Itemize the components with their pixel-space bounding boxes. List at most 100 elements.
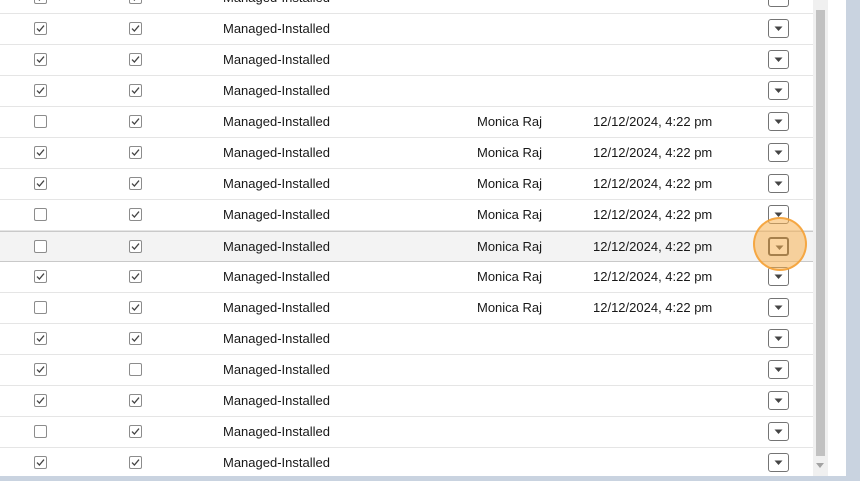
type-cell: Managed-Installed <box>223 21 330 36</box>
checkbox-checked[interactable] <box>129 394 142 407</box>
type-cell: Managed-Installed <box>223 83 330 98</box>
type-cell: Managed-Installed <box>223 176 330 191</box>
table-row: Managed-Installed <box>0 448 813 476</box>
checkbox-checked[interactable] <box>34 146 47 159</box>
checkbox-checked[interactable] <box>34 363 47 376</box>
checkbox-checked[interactable] <box>129 456 142 469</box>
row-actions-button[interactable] <box>768 237 789 256</box>
row-actions-button[interactable] <box>768 205 789 224</box>
date-cell: 12/12/2024, 4:22 pm <box>593 114 713 129</box>
table-row: Managed-Installed <box>0 386 813 417</box>
row-actions-button[interactable] <box>768 360 789 379</box>
right-gutter <box>828 0 846 476</box>
table-row: Managed-Installed <box>0 14 813 45</box>
type-cell: Managed-Installed <box>223 393 330 408</box>
date-cell: 12/12/2024, 4:22 pm <box>593 207 713 222</box>
checkbox-checked[interactable] <box>129 425 142 438</box>
row-actions-button[interactable] <box>768 0 789 7</box>
user-cell: Monica Raj <box>477 114 543 129</box>
checkbox-checked[interactable] <box>129 0 142 4</box>
user-cell: Monica Raj <box>477 176 543 191</box>
table-row: Managed-Installed <box>0 45 813 76</box>
type-cell: Managed-Installed <box>223 145 330 160</box>
checkbox-checked[interactable] <box>129 84 142 97</box>
date-cell: 12/12/2024, 4:22 pm <box>593 300 713 315</box>
table-row: Managed-Installed <box>0 417 813 448</box>
user-cell: Monica Raj <box>477 145 543 160</box>
row-actions-button[interactable] <box>768 19 789 38</box>
bottom-edge <box>0 476 860 481</box>
row-actions-button[interactable] <box>768 143 789 162</box>
row-actions-button[interactable] <box>768 329 789 348</box>
table-row: Managed-Installed Monica Raj 12/12/2024, 4… <box>0 138 813 169</box>
date-cell: 12/12/2024, 4:22 pm <box>593 269 713 284</box>
checkbox-checked[interactable] <box>129 115 142 128</box>
table-row: Managed-Installed Monica Raj 12/12/2024, 4… <box>0 200 813 231</box>
type-cell: Managed-Installed <box>223 362 330 377</box>
scrollbar-thumb[interactable] <box>816 10 825 456</box>
checkbox-checked[interactable] <box>34 53 47 66</box>
data-table: Managed-Installed Managed-Installed Manage… <box>0 0 813 476</box>
row-actions-button[interactable] <box>768 81 789 100</box>
checkbox-unchecked[interactable] <box>34 301 47 314</box>
row-actions-button[interactable] <box>768 453 789 472</box>
checkbox-unchecked[interactable] <box>34 425 47 438</box>
checkbox-checked[interactable] <box>34 456 47 469</box>
date-cell: 12/12/2024, 4:22 pm <box>593 145 713 160</box>
user-cell: Monica Raj <box>477 207 543 222</box>
user-cell: Monica Raj <box>477 300 543 315</box>
row-actions-button[interactable] <box>768 422 789 441</box>
row-actions-button[interactable] <box>768 50 789 69</box>
type-cell: Managed-Installed <box>223 239 330 254</box>
type-cell: Managed-Installed <box>223 269 330 284</box>
checkbox-checked[interactable] <box>129 208 142 221</box>
row-actions-button[interactable] <box>768 298 789 317</box>
checkbox-checked[interactable] <box>129 22 142 35</box>
checkbox-checked[interactable] <box>129 301 142 314</box>
checkbox-unchecked[interactable] <box>34 208 47 221</box>
row-actions-button[interactable] <box>768 391 789 410</box>
checkbox-checked[interactable] <box>129 332 142 345</box>
checkbox-unchecked[interactable] <box>34 115 47 128</box>
checkbox-checked[interactable] <box>129 146 142 159</box>
type-cell: Managed-Installed <box>223 52 330 67</box>
checkbox-checked[interactable] <box>34 177 47 190</box>
table-row: Managed-Installed Monica Raj 12/12/2024, 4… <box>0 293 813 324</box>
date-cell: 12/12/2024, 4:22 pm <box>593 239 713 254</box>
checkbox-checked[interactable] <box>34 22 47 35</box>
type-cell: Managed-Installed <box>223 300 330 315</box>
window-edge <box>846 0 860 481</box>
vertical-scrollbar[interactable] <box>813 0 828 476</box>
date-cell: 12/12/2024, 4:22 pm <box>593 176 713 191</box>
table-row: Managed-Installed <box>0 324 813 355</box>
checkbox-checked[interactable] <box>129 270 142 283</box>
checkbox-unchecked[interactable] <box>34 240 47 253</box>
user-cell: Monica Raj <box>477 269 543 284</box>
checkbox-checked[interactable] <box>129 240 142 253</box>
type-cell: Managed-Installed <box>223 424 330 439</box>
checkbox-checked[interactable] <box>34 394 47 407</box>
checkbox-checked[interactable] <box>34 84 47 97</box>
checkbox-checked[interactable] <box>129 53 142 66</box>
scroll-down-arrow-icon[interactable] <box>816 463 824 468</box>
row-actions-button[interactable] <box>768 112 789 131</box>
row-actions-button[interactable] <box>768 267 789 286</box>
row-actions-button[interactable] <box>768 174 789 193</box>
checkbox-checked[interactable] <box>129 177 142 190</box>
type-cell: Managed-Installed <box>223 0 330 6</box>
user-cell: Monica Raj <box>477 239 543 254</box>
type-cell: Managed-Installed <box>223 331 330 346</box>
type-cell: Managed-Installed <box>223 455 330 470</box>
type-cell: Managed-Installed <box>223 114 330 129</box>
table-row: Managed-Installed <box>0 0 813 14</box>
checkbox-checked[interactable] <box>34 0 47 4</box>
table-row: Managed-Installed Monica Raj 12/12/2024, 4… <box>0 107 813 138</box>
table-row: Managed-Installed <box>0 76 813 107</box>
table-row: Managed-Installed <box>0 355 813 386</box>
table-row: Managed-Installed Monica Raj 12/12/2024, 4… <box>0 231 813 262</box>
checkbox-checked[interactable] <box>34 270 47 283</box>
checkbox-unchecked[interactable] <box>129 363 142 376</box>
checkbox-checked[interactable] <box>34 332 47 345</box>
table-body: Managed-Installed Managed-Installed Manage… <box>0 0 813 476</box>
table-row: Managed-Installed Monica Raj 12/12/2024, 4… <box>0 262 813 293</box>
